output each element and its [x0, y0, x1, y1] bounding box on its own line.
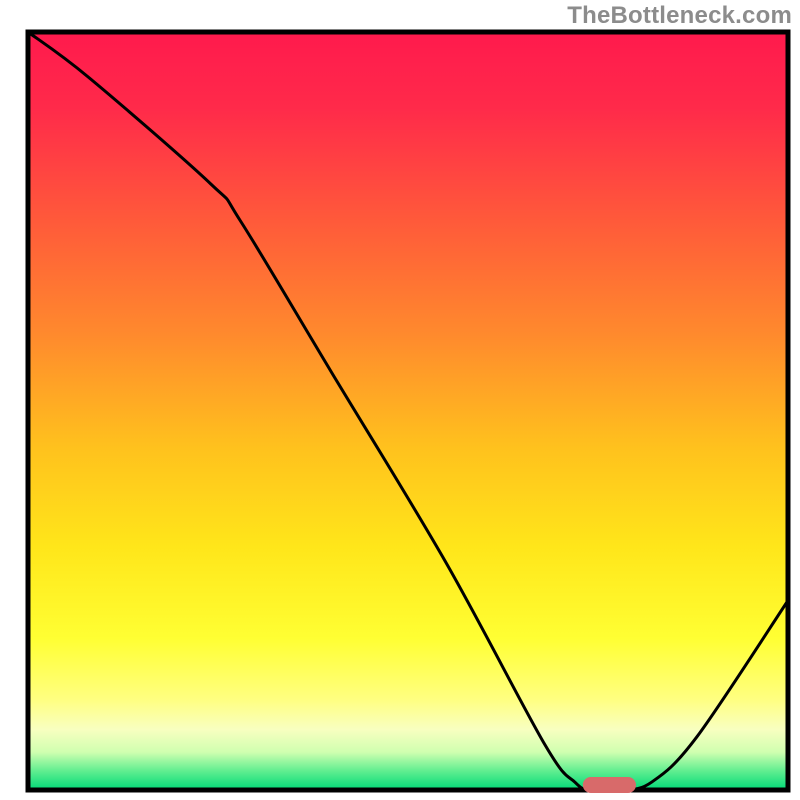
bottleneck-chart: [0, 0, 800, 800]
chart-stage: TheBottleneck.com: [0, 0, 800, 800]
optimal-range-marker: [583, 777, 636, 793]
gradient-background: [28, 32, 788, 790]
